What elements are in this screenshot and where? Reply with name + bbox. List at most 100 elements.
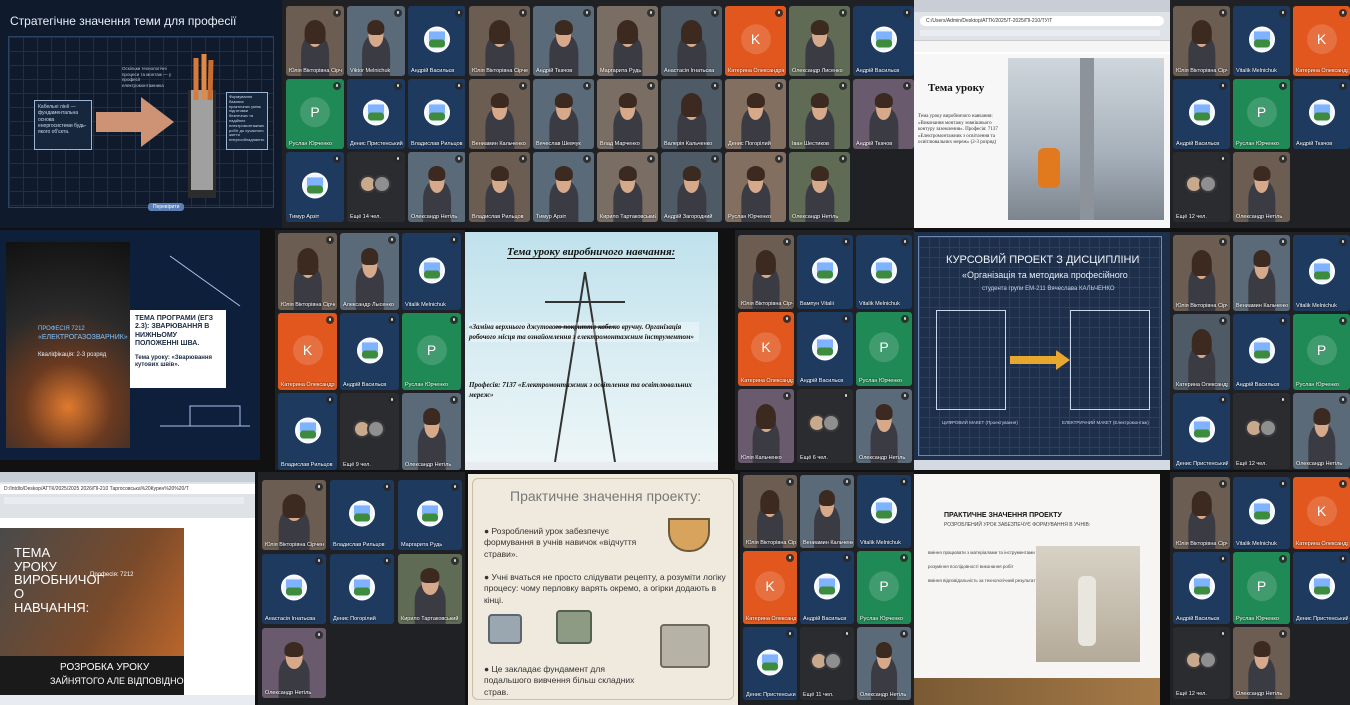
participant-tile[interactable]: Юлія Вікторівна Сірченко — [743, 475, 797, 548]
participant-tile[interactable]: Кирило Тартаковський — [597, 152, 658, 222]
participant-tile[interactable]: Денис Пристенський — [1293, 552, 1350, 624]
mic-muted-icon — [1219, 82, 1227, 90]
participant-tile[interactable]: Олександр Нетіль — [789, 152, 850, 222]
participant-tile[interactable]: Маргарита Рудь — [597, 6, 658, 76]
participant-tile[interactable]: Ещё 9 чел. — [340, 393, 399, 470]
participant-tile[interactable]: P Руслан Юрченко — [856, 312, 912, 386]
participant-tile[interactable]: K Катерина Олександрівна — [743, 551, 797, 624]
participant-tile[interactable]: Андрій Васильєв — [1173, 552, 1230, 624]
participant-tile[interactable]: Владислав Рильцов — [278, 393, 337, 470]
participant-tile[interactable]: Ещё 12 чел. — [1173, 627, 1230, 699]
participant-tile[interactable]: K Катерина Олександрівна — [278, 313, 337, 390]
participant-tile[interactable]: Юлія Вікторівна Сірченко — [738, 235, 794, 309]
participant-tile[interactable]: Vitalik Melnichuk — [402, 233, 461, 310]
participant-tile[interactable]: Vitalik Melnichuk — [1293, 235, 1350, 311]
bottom-button[interactable]: Перевірити — [148, 203, 185, 211]
participant-tile[interactable]: Маргарита Рудь — [398, 480, 462, 550]
mic-muted-icon — [388, 236, 396, 244]
participant-tile[interactable]: Андрій Ткачов — [853, 79, 914, 149]
participant-tile[interactable]: Ещё 12 чел. — [1173, 152, 1230, 222]
participant-tile[interactable]: Юлія Кальченко — [738, 389, 794, 463]
bullet-3: вміння відповідальність за технологічний… — [928, 578, 1036, 583]
participant-tile[interactable]: Ещё 6 чел. — [797, 389, 853, 463]
participant-tile[interactable]: Андрій Васильєв — [340, 313, 399, 390]
participant-tile[interactable]: Юлія Вікторівна Сірченко — [1173, 235, 1230, 311]
participant-tile[interactable]: Олександр Нетіль — [1233, 627, 1290, 699]
participant-tile[interactable]: Олександр Нетіль — [1293, 393, 1350, 469]
participant-tile[interactable]: Ещё 12 чел. — [1233, 393, 1290, 469]
participant-tile[interactable]: Анастасія Ігнатьєва — [262, 554, 326, 624]
participant-tile[interactable]: K Катерина Олександрівна — [738, 312, 794, 386]
participant-tile[interactable]: Вениамин Кальченко — [1233, 235, 1290, 311]
participant-tile[interactable]: Олександр Нетіль — [402, 393, 461, 470]
participant-tile[interactable]: Олександр Нетіль — [408, 152, 465, 222]
participant-tile[interactable]: Андрій Ткачов — [533, 6, 594, 76]
tabs-strip — [0, 472, 255, 482]
participant-tile[interactable]: Вампун Vitalii — [797, 235, 853, 309]
participant-tile[interactable]: Андрій Загородний — [661, 152, 722, 222]
participant-tile[interactable]: Андрій Васильєв — [1233, 314, 1290, 390]
participant-tile[interactable]: Юлія Вікторівна Сірченко — [1173, 6, 1230, 76]
participant-tile[interactable]: Viktor Melnichuk — [347, 6, 405, 76]
participant-tile[interactable]: K Катерина Олександрівна — [1293, 6, 1350, 76]
participant-tile[interactable]: K Катерина Олександрівна — [1293, 477, 1350, 549]
participant-tile[interactable]: Vitalik Melnichuk — [1233, 6, 1290, 76]
participant-tile[interactable]: Денис Пристенський — [743, 627, 797, 700]
participant-tile[interactable]: Юлія Вікторівна Сірченко — [278, 233, 337, 310]
participant-tile[interactable]: Андрій Васильєв — [853, 6, 914, 76]
participant-tile[interactable]: Vitalik Melnichuk — [857, 475, 911, 548]
participant-tile[interactable]: P Руслан Юрченко — [286, 79, 344, 149]
participant-tile[interactable]: K Катерина Олександрівна — [725, 6, 786, 76]
participant-tile[interactable]: P Руслан Юрченко — [402, 313, 461, 390]
participant-tile[interactable]: P Руслан Юрченко — [1293, 314, 1350, 390]
participant-tile[interactable]: Юлія Вікторівна Сірченко — [469, 6, 530, 76]
participant-tile[interactable]: Тимур Арзіт — [533, 152, 594, 222]
participant-tile[interactable]: Андрій Ткачов — [1293, 79, 1350, 149]
participant-tile[interactable]: Андрій Васильєв — [1173, 79, 1230, 149]
participant-tile[interactable]: Валерія Кальченко — [661, 79, 722, 149]
participant-tile[interactable]: Олександр Нетіль — [262, 628, 326, 698]
participant-tile[interactable]: Катерина Олександрівна — [1173, 314, 1230, 390]
participant-tile[interactable]: Вениамин Кальченко — [469, 79, 530, 149]
participant-tile[interactable]: Олександр Нетіль — [856, 389, 912, 463]
mic-muted-icon — [315, 557, 323, 565]
participant-tile[interactable]: Андрій Васильєв — [797, 312, 853, 386]
participant-tile[interactable]: Олександр Нетіль — [857, 627, 911, 700]
participant-tile[interactable]: Денис Погорілий — [330, 554, 394, 624]
participant-tile[interactable]: Юлія Вікторівна Сірченко — [1173, 477, 1230, 549]
participant-tile[interactable]: Вячеслав Шевчук — [533, 79, 594, 149]
participant-name: Олександр Лисенко — [792, 68, 843, 74]
participant-tile[interactable]: Денис Пристенський — [347, 79, 405, 149]
participant-tile[interactable]: Vitalik Melnichuk — [856, 235, 912, 309]
participant-tile[interactable]: Іван Шестиков — [789, 79, 850, 149]
participant-tile[interactable]: Руслан Юрченко — [725, 152, 786, 222]
participant-tile[interactable]: Юлія Вікторівна Сірченко — [262, 480, 326, 550]
participant-tile[interactable]: Вениамин Кальченко — [800, 475, 854, 548]
participant-tile[interactable]: Кирило Тартаковський — [398, 554, 462, 624]
participant-name: Юлія Вікторівна Сірченко — [281, 302, 335, 308]
participant-tile[interactable]: Тимур Арзіт — [286, 152, 344, 222]
participant-tile[interactable]: Андрій Васильєв — [408, 6, 465, 76]
participant-tile[interactable]: Анастасія Ігнатьєва — [661, 6, 722, 76]
participant-tile[interactable]: Денис Пристенський — [1173, 393, 1230, 469]
participant-tile[interactable]: P Руслан Юрченко — [1233, 79, 1290, 149]
participant-tile[interactable]: Андрій Васильєв — [800, 551, 854, 624]
participant-tile[interactable]: Александр Лысенко — [340, 233, 399, 310]
participant-tile[interactable]: Влад Марченко — [597, 79, 658, 149]
participant-tile[interactable]: P Руслан Юрченко — [857, 551, 911, 624]
participant-tile[interactable]: Ещё 14 чел. — [347, 152, 405, 222]
participant-tile[interactable]: Ещё 11 чел. — [800, 627, 854, 700]
participant-tile[interactable]: Владислав Рильцов — [330, 480, 394, 550]
address-bar[interactable]: D:/Intdlo/Deskop/АТТК/2025/2025 2026/ПІ-… — [0, 484, 255, 494]
participant-tile[interactable]: Vitalik Melnichuk — [1233, 477, 1290, 549]
participant-tile[interactable]: Владислав Рильцов — [408, 79, 465, 149]
participant-tile[interactable]: Юлія Вікторівна Сірченко — [286, 6, 344, 76]
participant-tile[interactable]: Денис Погорілий — [725, 79, 786, 149]
participant-tile[interactable]: P Руслан Юрченко — [1233, 552, 1290, 624]
participant-tile[interactable]: Олександр Нетіль — [1233, 152, 1290, 222]
panel-video-grid-5: Юлія Вікторівна Сірченко Вампун Vitalii Vi… — [735, 230, 915, 470]
participant-tile[interactable]: Олександр Лисенко — [789, 6, 850, 76]
participant-tile[interactable]: Владислав Рильцов — [469, 152, 530, 222]
address-bar[interactable]: C:/Users/Admin/Desktop/АТТК/2025/Т-2025/… — [920, 16, 1164, 26]
mic-muted-icon — [1219, 480, 1227, 488]
